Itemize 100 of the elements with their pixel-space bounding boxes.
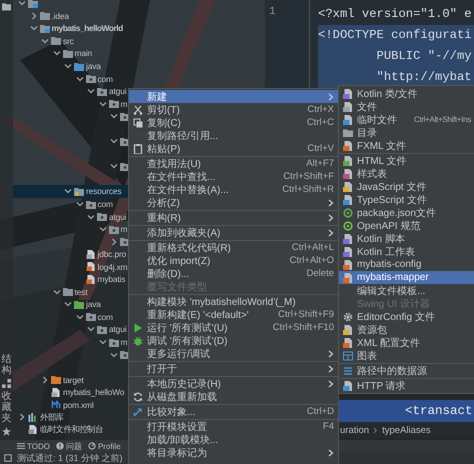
tree-item[interactable]: jdbc.pro	[13, 248, 128, 260]
menu-item[interactable]: 资源包	[339, 323, 474, 336]
menu-item[interactable]: 本地历史记录(H)	[129, 377, 338, 390]
tree-item[interactable]: java	[13, 298, 128, 311]
menu-item[interactable]: 目录	[339, 126, 474, 139]
menu-item[interactable]: 路径中的数据源	[339, 364, 474, 377]
tree-item[interactable]: 外部库	[13, 411, 128, 424]
tree-item[interactable]: com	[13, 72, 128, 85]
menu-item[interactable]: 运行 '所有测试'(U) Ctrl+Shift+F10	[129, 321, 338, 334]
chevron-icon[interactable]	[41, 376, 49, 384]
tree-item[interactable]: atgui	[13, 84, 128, 98]
menu-item[interactable]: Kotlin 脚本	[339, 232, 474, 245]
chevron-icon[interactable]	[76, 74, 84, 83]
menu-item[interactable]: Kotlin 工作表	[339, 245, 474, 258]
chevron-icon[interactable]	[52, 49, 60, 58]
tool-window-tab[interactable]: TODO	[17, 442, 50, 450]
menu-item[interactable]: 图表	[339, 349, 474, 362]
tool-window-tab[interactable]: 问题	[56, 440, 82, 452]
chevron-icon[interactable]	[64, 187, 72, 196]
chevron-icon[interactable]	[98, 338, 106, 346]
tree-item[interactable]: m	[13, 336, 128, 348]
menu-item[interactable]: 构建模块 'mybatishelloWorld'(_M)	[129, 295, 338, 308]
menu-item[interactable]: 复制路径/引用...	[129, 129, 338, 142]
menu-item[interactable]: 打开模块设置 F4	[129, 420, 338, 433]
tree-item[interactable]: com	[13, 310, 128, 324]
menu-item[interactable]: Kotlin 类/文件	[339, 87, 474, 100]
tree-item[interactable]: m	[13, 222, 128, 236]
tree-item[interactable]: main	[13, 47, 128, 60]
menu-item[interactable]: FXML 文件	[339, 139, 474, 152]
menu-item[interactable]: 在文件中替换(A)... Ctrl+Shift+R	[129, 183, 338, 196]
menu-item[interactable]: 重新格式化代码(R) Ctrl+Alt+L	[129, 241, 338, 254]
menu-item[interactable]: HTTP 请求	[339, 379, 474, 392]
tree-item[interactable]: mybatis_helloWorld	[13, 22, 128, 35]
chevron-icon[interactable]	[30, 24, 38, 32]
menu-item[interactable]: 重新构建(E) '<default>' Ctrl+Shift+F9	[129, 308, 338, 321]
chevron-icon[interactable]	[110, 350, 118, 359]
menu-item[interactable]: 删除(D)... Delete	[129, 267, 338, 280]
chevron-icon[interactable]	[30, 12, 38, 20]
folder-icon[interactable]	[2, 2, 11, 11]
menu-item[interactable]: 剪切(T) Ctrl+X	[129, 103, 338, 116]
menu-item[interactable]: 更多运行/调试	[129, 347, 338, 360]
chevron-icon[interactable]	[52, 288, 60, 296]
chevron-icon[interactable]	[18, 413, 26, 422]
tool-window-tab[interactable]: Profile	[88, 442, 121, 450]
menu-item[interactable]: 重构(R)	[129, 211, 338, 224]
tree-item[interactable]: m	[13, 97, 128, 110]
menu-item[interactable]: 临时文件 Ctrl+Alt+Shift+Ins	[339, 113, 474, 126]
menu-item[interactable]: EditorConfig 文件	[339, 310, 474, 323]
tree-item[interactable]: mybatis	[13, 273, 128, 286]
tree-item[interactable]: pom.xml	[13, 398, 128, 412]
tree-item[interactable]: atgui	[13, 323, 128, 336]
chevron-icon[interactable]	[98, 225, 106, 234]
menu-item[interactable]: 分析(Z)	[129, 196, 338, 209]
chevron-icon[interactable]	[110, 112, 118, 120]
menu-item[interactable]: JavaScript 文件	[339, 180, 474, 193]
menu-item[interactable]: mybatis-config	[339, 258, 474, 271]
chevron-icon[interactable]	[41, 36, 49, 45]
menu-item[interactable]: 查找用法(U) Alt+F7	[129, 157, 338, 170]
square-icon[interactable]	[4, 454, 12, 462]
tree-item[interactable]: mybatis_helloWo	[13, 386, 128, 398]
tree-item[interactable]: 临时文件和控制台	[13, 424, 128, 436]
menu-item[interactable]: 加载/卸载模块...	[129, 433, 338, 446]
menu-item[interactable]: 文件	[339, 100, 474, 113]
chevron-icon[interactable]	[76, 312, 84, 321]
tree-item[interactable]: atgui	[13, 210, 128, 223]
side-tab[interactable]: 收藏夹	[2, 391, 12, 424]
menu-item[interactable]: package.json文件	[339, 206, 474, 219]
chevron-icon[interactable]	[110, 137, 118, 146]
menu-item[interactable]: 比较对象... Ctrl+D	[129, 405, 338, 418]
menu-item[interactable]: 新建	[129, 90, 338, 103]
tree-item[interactable]: .idea	[13, 10, 128, 22]
tree-item[interactable]: log4j.xm	[13, 260, 128, 274]
menu-item[interactable]: XML 配置文件	[339, 336, 474, 349]
menu-item[interactable]: mybatis-mapper	[339, 271, 474, 284]
tree-item[interactable]: com	[13, 198, 128, 210]
menu-item[interactable]: 打开于	[129, 362, 338, 375]
chevron-icon[interactable]	[18, 0, 26, 8]
chevron-icon[interactable]	[64, 300, 72, 308]
chevron-icon[interactable]	[110, 238, 118, 246]
breadcrumb-item[interactable]: uration	[340, 424, 370, 436]
menu-item[interactable]: 添加到收藏夹(A)	[129, 226, 338, 239]
menu-item[interactable]: 从磁盘重新加载	[129, 390, 338, 403]
menu-item[interactable]: 优化 import(Z) Ctrl+Alt+O	[129, 254, 338, 267]
tree-item[interactable]: test	[13, 286, 128, 298]
chevron-icon[interactable]	[87, 325, 95, 334]
side-tab[interactable]: 结构	[2, 354, 12, 376]
tree-item[interactable]: src	[13, 34, 128, 48]
menu-item[interactable]: HTML 文件	[339, 154, 474, 167]
menu-item[interactable]: 粘贴(P) Ctrl+V	[129, 142, 338, 155]
tree-item[interactable]: target	[13, 373, 128, 386]
menu-item[interactable]: 复制(C) Ctrl+C	[129, 116, 338, 129]
breadcrumb-item[interactable]: typeAliases	[382, 424, 431, 436]
chevron-icon[interactable]	[98, 100, 106, 108]
chevron-icon[interactable]	[87, 87, 95, 96]
menu-item[interactable]: OpenAPI 规范	[339, 219, 474, 232]
chevron-icon[interactable]	[110, 162, 118, 170]
chevron-icon[interactable]	[76, 200, 84, 208]
menu-item[interactable]: 调试 '所有测试'(D)	[129, 334, 338, 347]
menu-item[interactable]: 编辑文件模板...	[339, 284, 474, 297]
chevron-icon[interactable]	[87, 212, 95, 221]
